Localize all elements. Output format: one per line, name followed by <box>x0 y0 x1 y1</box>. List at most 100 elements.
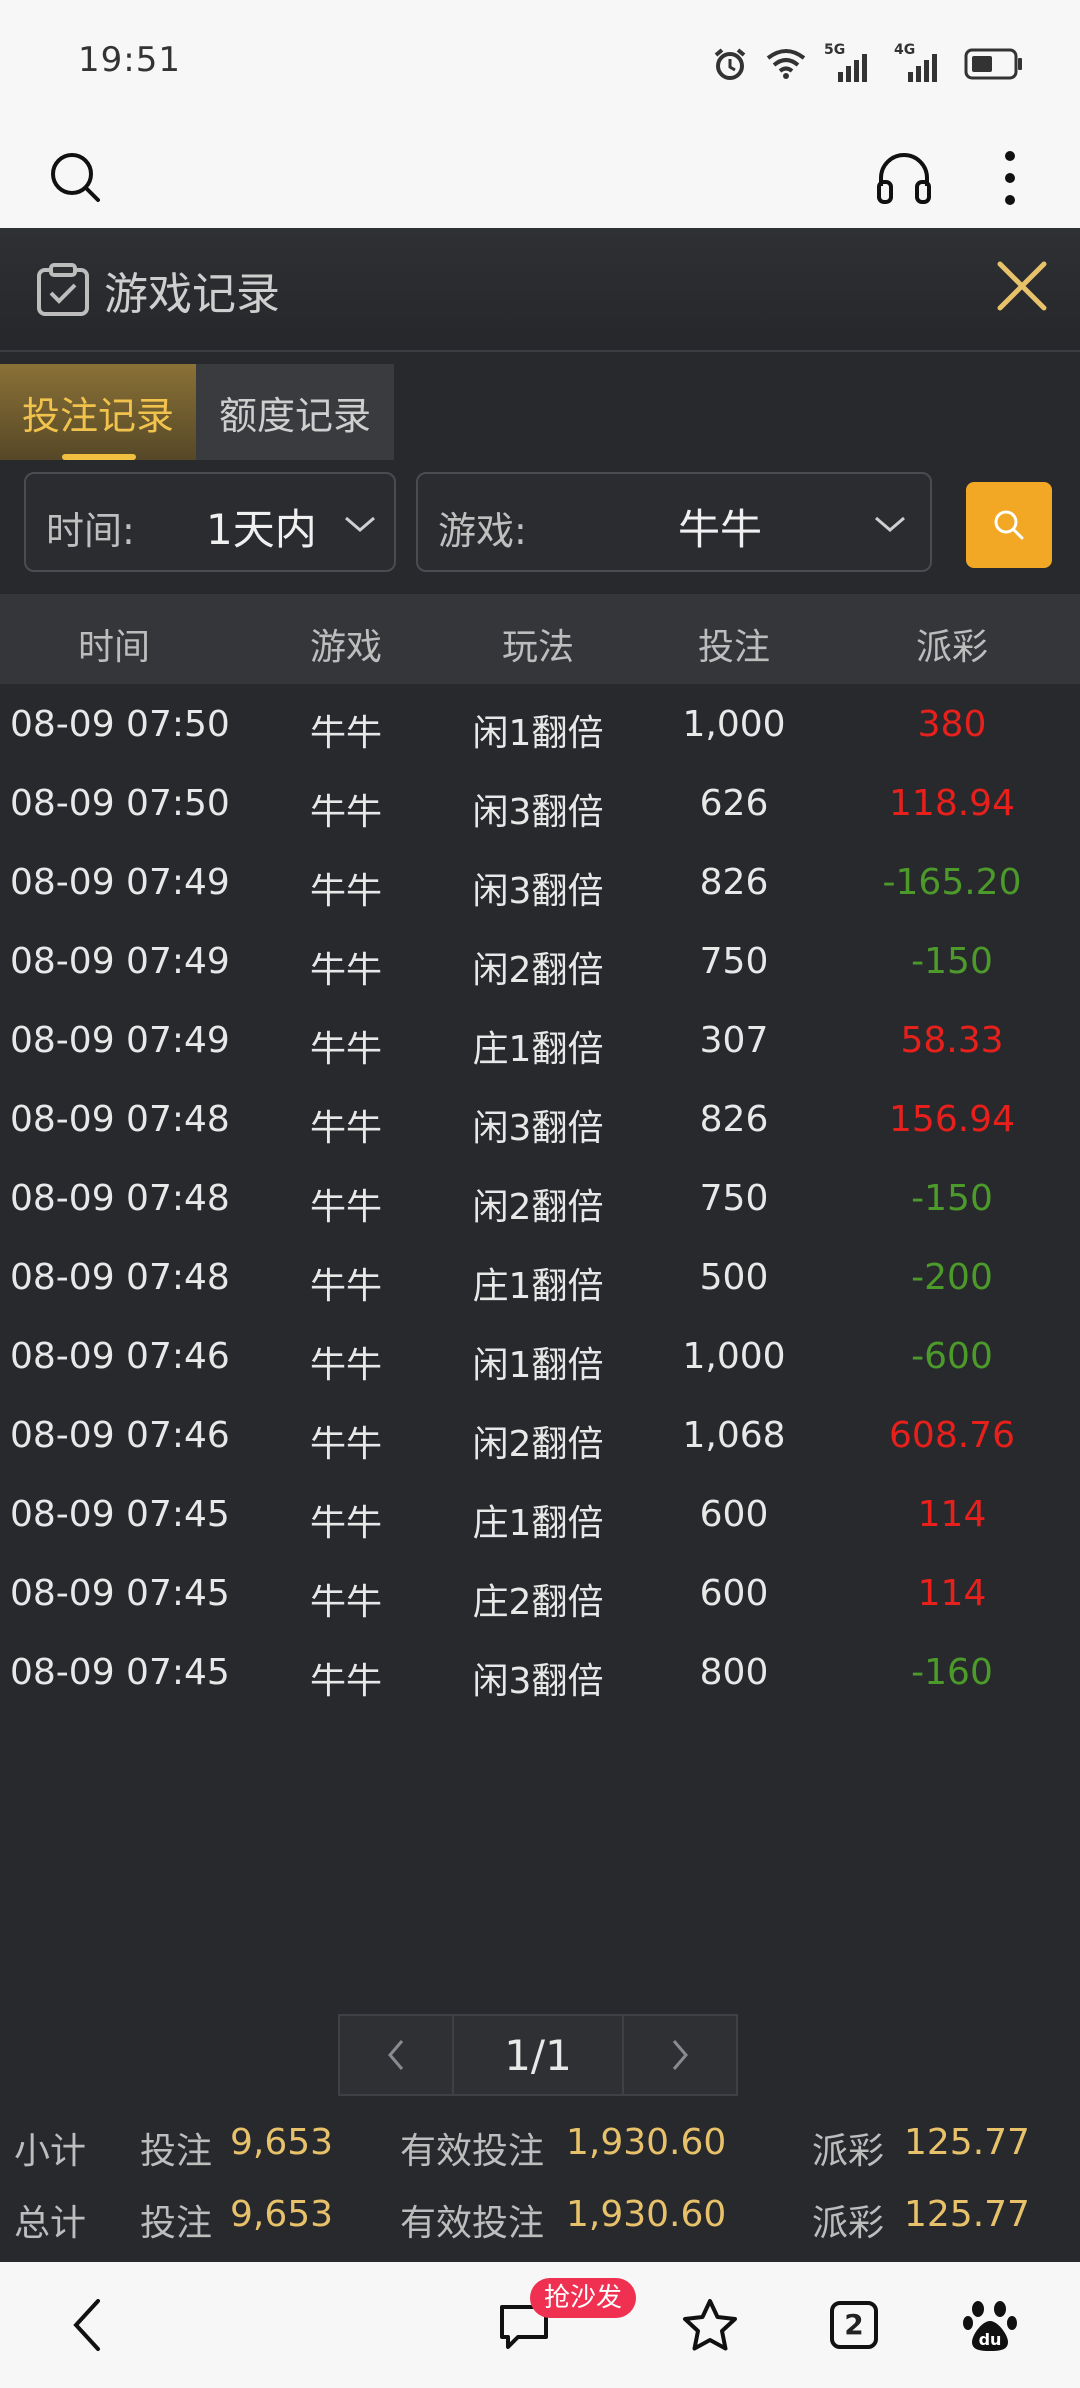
subtotal-bet-value: 9,653 <box>230 2122 334 2163</box>
row-play: 闲3翻倍 <box>472 1661 604 1702</box>
tabs-icon: 2 <box>829 2300 879 2350</box>
column-header-time: 时间 <box>77 627 151 668</box>
browser-bottom-nav: 抢沙发 2 du <box>0 2262 1080 2388</box>
subtotal-row: 小计 投注 9,653 有效投注 1,930.60 派彩 125.77 <box>0 2108 1080 2180</box>
row-bet: 1,068 <box>682 1415 786 1456</box>
table-row: 08-09 07:46 牛牛 闲2翻倍 1,068 608.76 <box>0 1399 1080 1478</box>
subtotal-pay-value: 125.77 <box>904 2122 1030 2163</box>
row-time: 08-09 07:45 <box>10 1652 230 1693</box>
row-payout: 156.94 <box>889 1099 1015 1140</box>
next-page-button[interactable] <box>622 2014 738 2096</box>
row-time: 08-09 07:48 <box>10 1178 230 1219</box>
row-time: 08-09 07:45 <box>10 1573 230 1614</box>
row-bet: 826 <box>699 862 769 903</box>
search-icon <box>994 510 1024 540</box>
row-play: 闲1翻倍 <box>472 1345 604 1386</box>
modal-title-wrap: 游戏记录 <box>34 260 280 320</box>
row-payout: 608.76 <box>889 1415 1015 1456</box>
close-icon <box>997 261 1047 311</box>
row-game: 牛牛 <box>309 950 383 991</box>
row-game: 牛牛 <box>309 1266 383 1307</box>
row-bet: 500 <box>699 1257 769 1298</box>
game-filter-select[interactable]: 游戏: 牛牛 <box>416 472 932 572</box>
table-row: 08-09 07:48 牛牛 庄1翻倍 500 -200 <box>0 1241 1080 1320</box>
column-header-bet: 投注 <box>697 627 771 668</box>
row-game: 牛牛 <box>309 1424 383 1465</box>
row-payout: 114 <box>917 1494 987 1535</box>
more-vertical-icon <box>1005 151 1015 205</box>
row-game: 牛牛 <box>309 1582 383 1623</box>
row-bet: 626 <box>699 783 769 824</box>
baidu-paw-icon: du <box>963 2301 1017 2351</box>
close-button[interactable] <box>984 248 1060 324</box>
status-icons: 5G 4G <box>712 42 1024 84</box>
row-bet: 307 <box>699 1020 769 1061</box>
row-play: 庄1翻倍 <box>472 1503 604 1544</box>
total-pay-value: 125.77 <box>904 2194 1030 2235</box>
row-time: 08-09 07:49 <box>10 941 230 982</box>
baidu-home-button[interactable]: du <box>940 2262 1040 2388</box>
modal-header: 游戏记录 <box>0 228 1080 352</box>
prev-page-button[interactable] <box>338 2014 454 2096</box>
table-row: 08-09 07:49 牛牛 庄1翻倍 307 58.33 <box>0 1004 1080 1083</box>
filter-search-button[interactable] <box>966 482 1052 568</box>
row-time: 08-09 07:49 <box>10 1020 230 1061</box>
signal-5g-icon: 5G <box>824 42 876 82</box>
row-payout: 118.94 <box>889 783 1015 824</box>
row-payout: -600 <box>911 1336 993 1377</box>
table-row: 08-09 07:45 牛牛 庄1翻倍 600 114 <box>0 1478 1080 1557</box>
row-game: 牛牛 <box>309 1108 383 1149</box>
headphones-icon <box>877 153 931 204</box>
alarm-icon <box>714 48 746 80</box>
row-play: 庄1翻倍 <box>472 1266 604 1307</box>
tabs-button[interactable]: 2 <box>804 2262 904 2388</box>
time-filter-select[interactable]: 时间: 1天内 <box>24 472 396 572</box>
row-play: 闲2翻倍 <box>472 950 604 991</box>
row-payout: -165.20 <box>882 862 1022 903</box>
row-game: 牛牛 <box>309 1503 383 1544</box>
total-pay-label: 派彩 <box>812 2203 885 2244</box>
game-filter-label: 游戏: <box>438 509 527 553</box>
row-bet: 1,000 <box>682 1336 786 1377</box>
battery-icon <box>964 48 1022 80</box>
table-row: 08-09 07:46 牛牛 闲1翻倍 1,000 -600 <box>0 1320 1080 1399</box>
table-row: 08-09 07:48 牛牛 闲2翻倍 750 -150 <box>0 1162 1080 1241</box>
row-time: 08-09 07:50 <box>10 704 230 745</box>
status-bar: 19:51 5G 4G <box>0 0 1080 128</box>
row-game: 牛牛 <box>309 1345 383 1386</box>
row-game: 牛牛 <box>309 871 383 912</box>
row-bet: 826 <box>699 1099 769 1140</box>
row-payout: 58.33 <box>900 1020 1004 1061</box>
row-payout: -200 <box>911 1257 993 1298</box>
chevron-down-icon <box>875 516 905 532</box>
time-filter-label: 时间: <box>46 509 135 553</box>
search-button[interactable] <box>36 128 116 228</box>
total-bet-value: 9,653 <box>230 2194 334 2235</box>
row-time: 08-09 07:48 <box>10 1099 230 1140</box>
row-bet: 750 <box>699 1178 769 1219</box>
favorite-button[interactable] <box>660 2262 760 2388</box>
svg-text:du: du <box>979 2330 1002 2349</box>
comment-badge: 抢沙发 <box>530 2278 637 2318</box>
row-time: 08-09 07:45 <box>10 1494 230 1535</box>
row-payout: 380 <box>917 704 987 745</box>
more-menu-button[interactable] <box>970 128 1050 228</box>
row-play: 闲3翻倍 <box>472 1108 604 1149</box>
tab-credit-records[interactable]: 额度记录 <box>196 364 394 460</box>
row-bet: 1,000 <box>682 704 786 745</box>
clipboard-check-icon <box>37 263 89 316</box>
listen-button[interactable] <box>864 128 944 228</box>
game-filter-value: 牛牛 <box>678 505 763 554</box>
row-play: 闲3翻倍 <box>472 871 604 912</box>
total-bet-label: 投注 <box>140 2203 213 2244</box>
row-play: 闲3翻倍 <box>472 792 604 833</box>
table-row: 08-09 07:50 牛牛 闲1翻倍 1,000 380 <box>0 688 1080 767</box>
row-bet: 600 <box>699 1573 769 1614</box>
total-row: 总计 投注 9,653 有效投注 1,930.60 派彩 125.77 <box>0 2180 1080 2252</box>
total-label: 总计 <box>14 2203 87 2244</box>
row-game: 牛牛 <box>309 713 383 754</box>
chevron-left-icon <box>388 2040 404 2070</box>
row-game: 牛牛 <box>309 1661 383 1702</box>
tab-bet-records[interactable]: 投注记录 <box>0 364 196 460</box>
back-button[interactable] <box>36 2262 136 2388</box>
